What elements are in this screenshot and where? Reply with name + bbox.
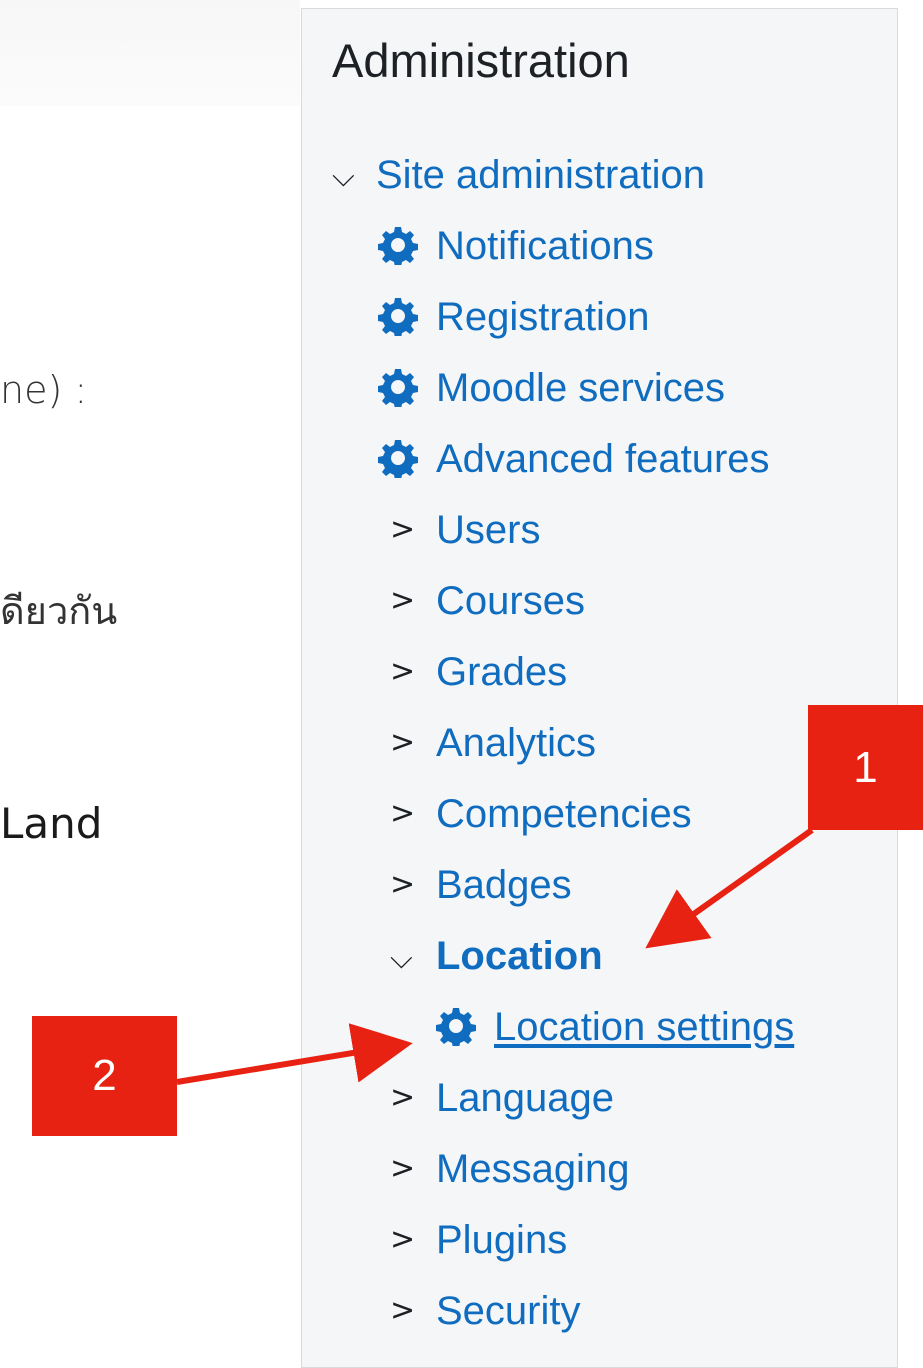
arrow-2 <box>176 1023 413 1085</box>
arrow-1 <box>645 827 814 949</box>
annotation-arrows <box>176 827 814 1085</box>
